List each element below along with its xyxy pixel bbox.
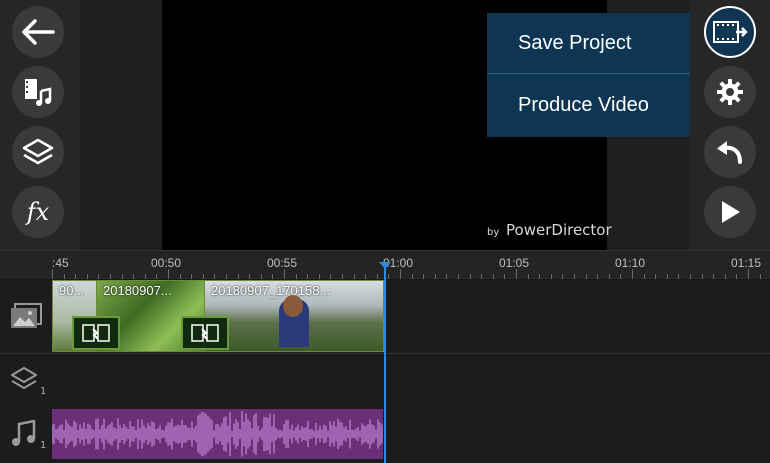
- clip-label: 90...: [59, 283, 85, 298]
- clip-label: 20180907...: [103, 283, 172, 298]
- transition-button[interactable]: [181, 316, 229, 350]
- media-music-icon: [25, 79, 52, 106]
- ruler-label: 01:10: [615, 256, 646, 270]
- ruler-tick: [516, 269, 517, 279]
- media-library-button[interactable]: [12, 66, 64, 118]
- audio-waveform: [52, 411, 383, 457]
- produce-video-menu-item[interactable]: Produce Video: [487, 75, 695, 136]
- powerdirector-watermark: by PowerDirector: [487, 221, 612, 239]
- ruler-tick: [632, 269, 633, 279]
- right-toolbar: [690, 0, 770, 250]
- layers-icon: [11, 367, 37, 389]
- ruler-tick: [284, 269, 285, 279]
- ruler-tick: [52, 269, 53, 279]
- person-head: [283, 295, 303, 317]
- play-button[interactable]: [704, 186, 756, 238]
- ruler-label: 01:15: [731, 256, 762, 270]
- back-button[interactable]: [12, 6, 64, 58]
- ruler-label: 00:55: [267, 256, 298, 270]
- fx-icon: fx: [26, 198, 50, 226]
- ruler-tick: [400, 269, 401, 279]
- play-icon: [722, 201, 740, 223]
- left-toolbar: fx: [0, 0, 80, 250]
- track-number: 1: [40, 386, 47, 397]
- ruler-tick: [168, 269, 169, 279]
- playhead[interactable]: [384, 265, 386, 463]
- undo-button[interactable]: [704, 126, 756, 178]
- ruler-label: 01:05: [499, 256, 530, 270]
- settings-gear-icon: [717, 79, 743, 105]
- settings-button[interactable]: [704, 66, 756, 118]
- ruler-tick: [748, 269, 749, 279]
- transition-icon: [191, 324, 219, 342]
- export-menu: Save Project Produce Video: [487, 13, 695, 137]
- video-track-icon: [11, 303, 42, 328]
- fx-button[interactable]: fx: [12, 186, 64, 238]
- transition-button[interactable]: [72, 316, 120, 350]
- export-film-icon: [713, 21, 748, 43]
- undo-icon: [717, 141, 742, 164]
- layers-icon: [22, 138, 54, 165]
- clip-label: 20180907_170158...: [211, 283, 331, 298]
- music-note-icon: [12, 420, 36, 446]
- export-button[interactable]: [704, 6, 756, 58]
- layers-button[interactable]: [12, 126, 64, 178]
- ruler-label: 00:50: [151, 256, 182, 270]
- video-clip[interactable]: 20180907_170158...: [204, 280, 384, 352]
- ruler-label: :45: [52, 256, 69, 270]
- audio-clip[interactable]: [52, 409, 383, 459]
- save-project-menu-item[interactable]: Save Project: [487, 13, 695, 74]
- back-arrow-icon: [22, 19, 55, 45]
- transition-icon: [82, 324, 110, 342]
- track-number: 1: [40, 440, 47, 451]
